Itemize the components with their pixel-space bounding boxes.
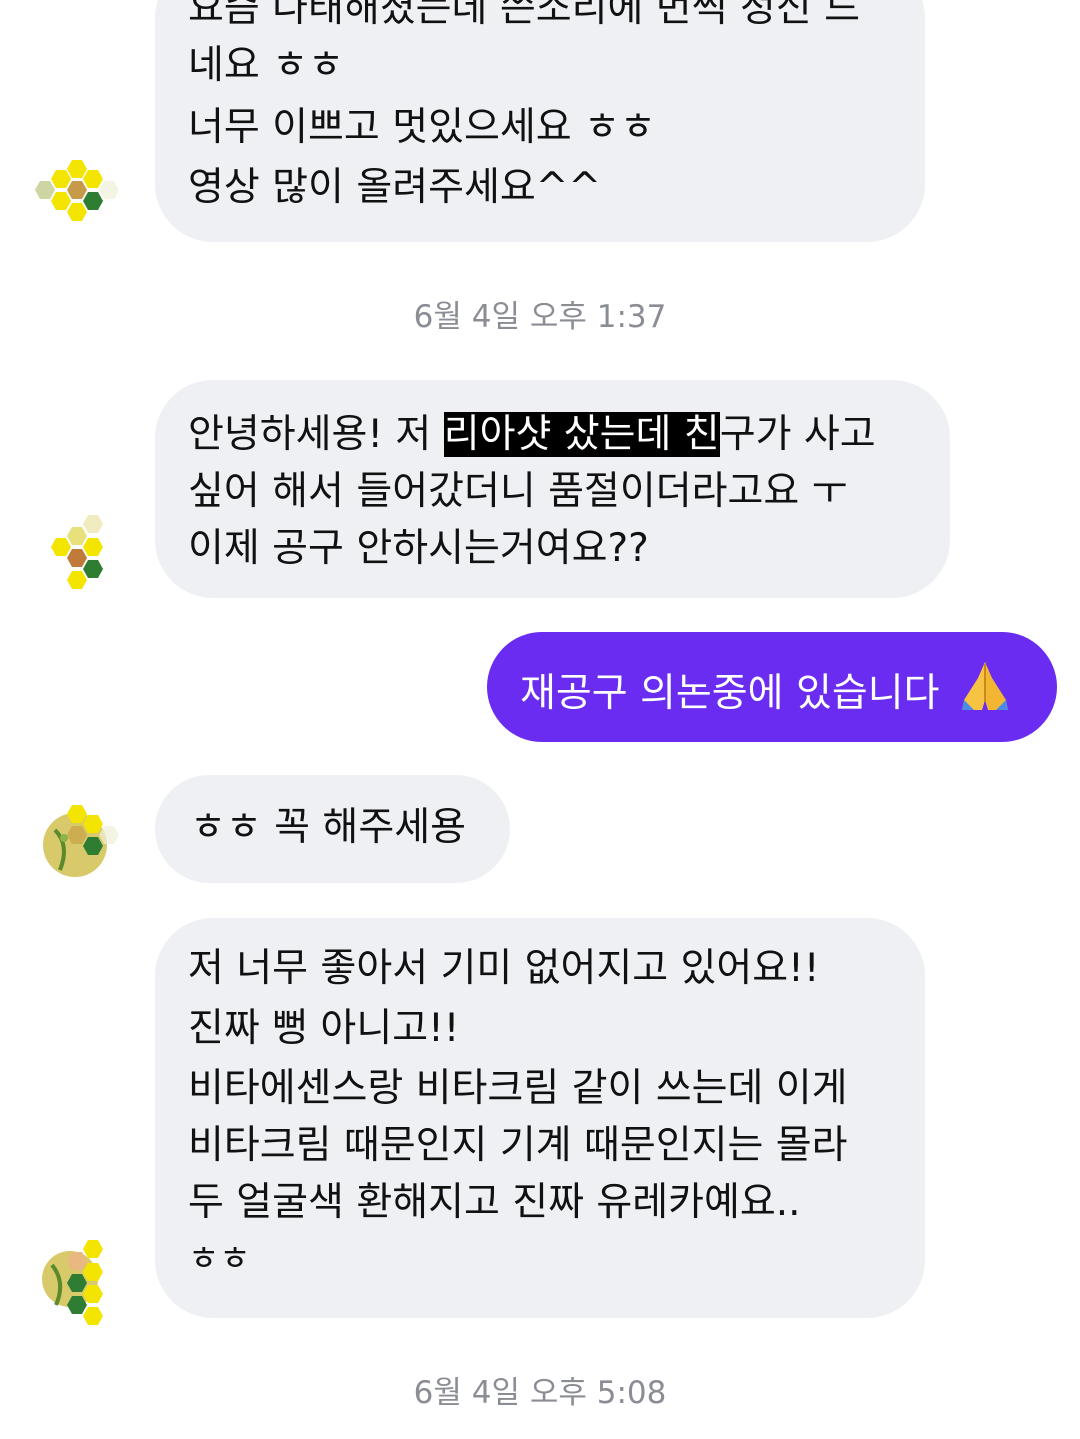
message-line: 비타에센스랑 비타크림 같이 쓰는데 이게 [188,1066,848,1111]
message-line: 비타크림 때문인지 기계 때문인지는 몰라 [188,1123,848,1168]
incoming-message-bubble: 요즘 나태해졌는데 쓴소리에 번쩍 정신 드 네요 ㅎㅎ 너무 이쁘고 멋있으세… [155,0,925,242]
message-line: 싶어 해서 들어갔더니 품절이더라고요 ㅜ [188,469,848,514]
message-line: 진짜 뻥 아니고!! [188,1006,460,1051]
message-line: 요즘 나태해졌는데 쓴소리에 번쩍 정신 드 [188,0,860,31]
folded-hands-icon [961,662,1008,710]
profile-avatar-icon[interactable] [30,1237,120,1327]
message-text: 안녕하세용! 저 [188,412,444,457]
incoming-message-bubble: 저 너무 좋아서 기미 없어지고 있어요!! 진짜 뻥 아니고!! 비타에센스랑… [155,918,925,1318]
message-line: 영상 많이 올려주세요^^ [188,165,602,210]
message-line: 저 너무 좋아서 기미 없어지고 있어요!! [188,946,820,991]
message-text: 재공구 의논중에 있습니다 [520,671,940,716]
timestamp: 6월 4일 오후 5:08 [413,1375,667,1411]
message-line: 안녕하세용! 저 리아샷 샀는데 친구가 사고 [188,406,950,463]
message-line: 너무 이쁘고 멋있으세요 ㅎㅎ [188,105,656,150]
incoming-message-bubble: ㅎㅎ 꼭 해주세용 [155,775,510,883]
outgoing-message-bubble: 재공구 의논중에 있습니다 [487,632,1057,742]
message-line: ㅎㅎ [188,1239,251,1279]
profile-avatar-icon[interactable] [30,800,120,890]
highlighted-text: 리아샷 샀는데 친 [443,412,720,457]
message-line: 네요 ㅎㅎ [188,43,344,88]
profile-avatar-icon[interactable] [30,512,120,602]
message-line: 이제 공구 안하시는거여요?? [188,526,649,571]
message-line: ㅎㅎ 꼭 해주세용 [190,805,466,850]
timestamp: 6월 4일 오후 1:37 [413,299,667,335]
incoming-message-bubble: 안녕하세용! 저 리아샷 샀는데 친구가 사고 싶어 해서 들어갔더니 품절이더… [155,380,950,598]
message-line: 두 얼굴색 환해지고 진짜 유레카예요.. [188,1180,801,1225]
profile-avatar-icon[interactable] [30,155,120,245]
message-text: 구가 사고 [719,412,876,457]
